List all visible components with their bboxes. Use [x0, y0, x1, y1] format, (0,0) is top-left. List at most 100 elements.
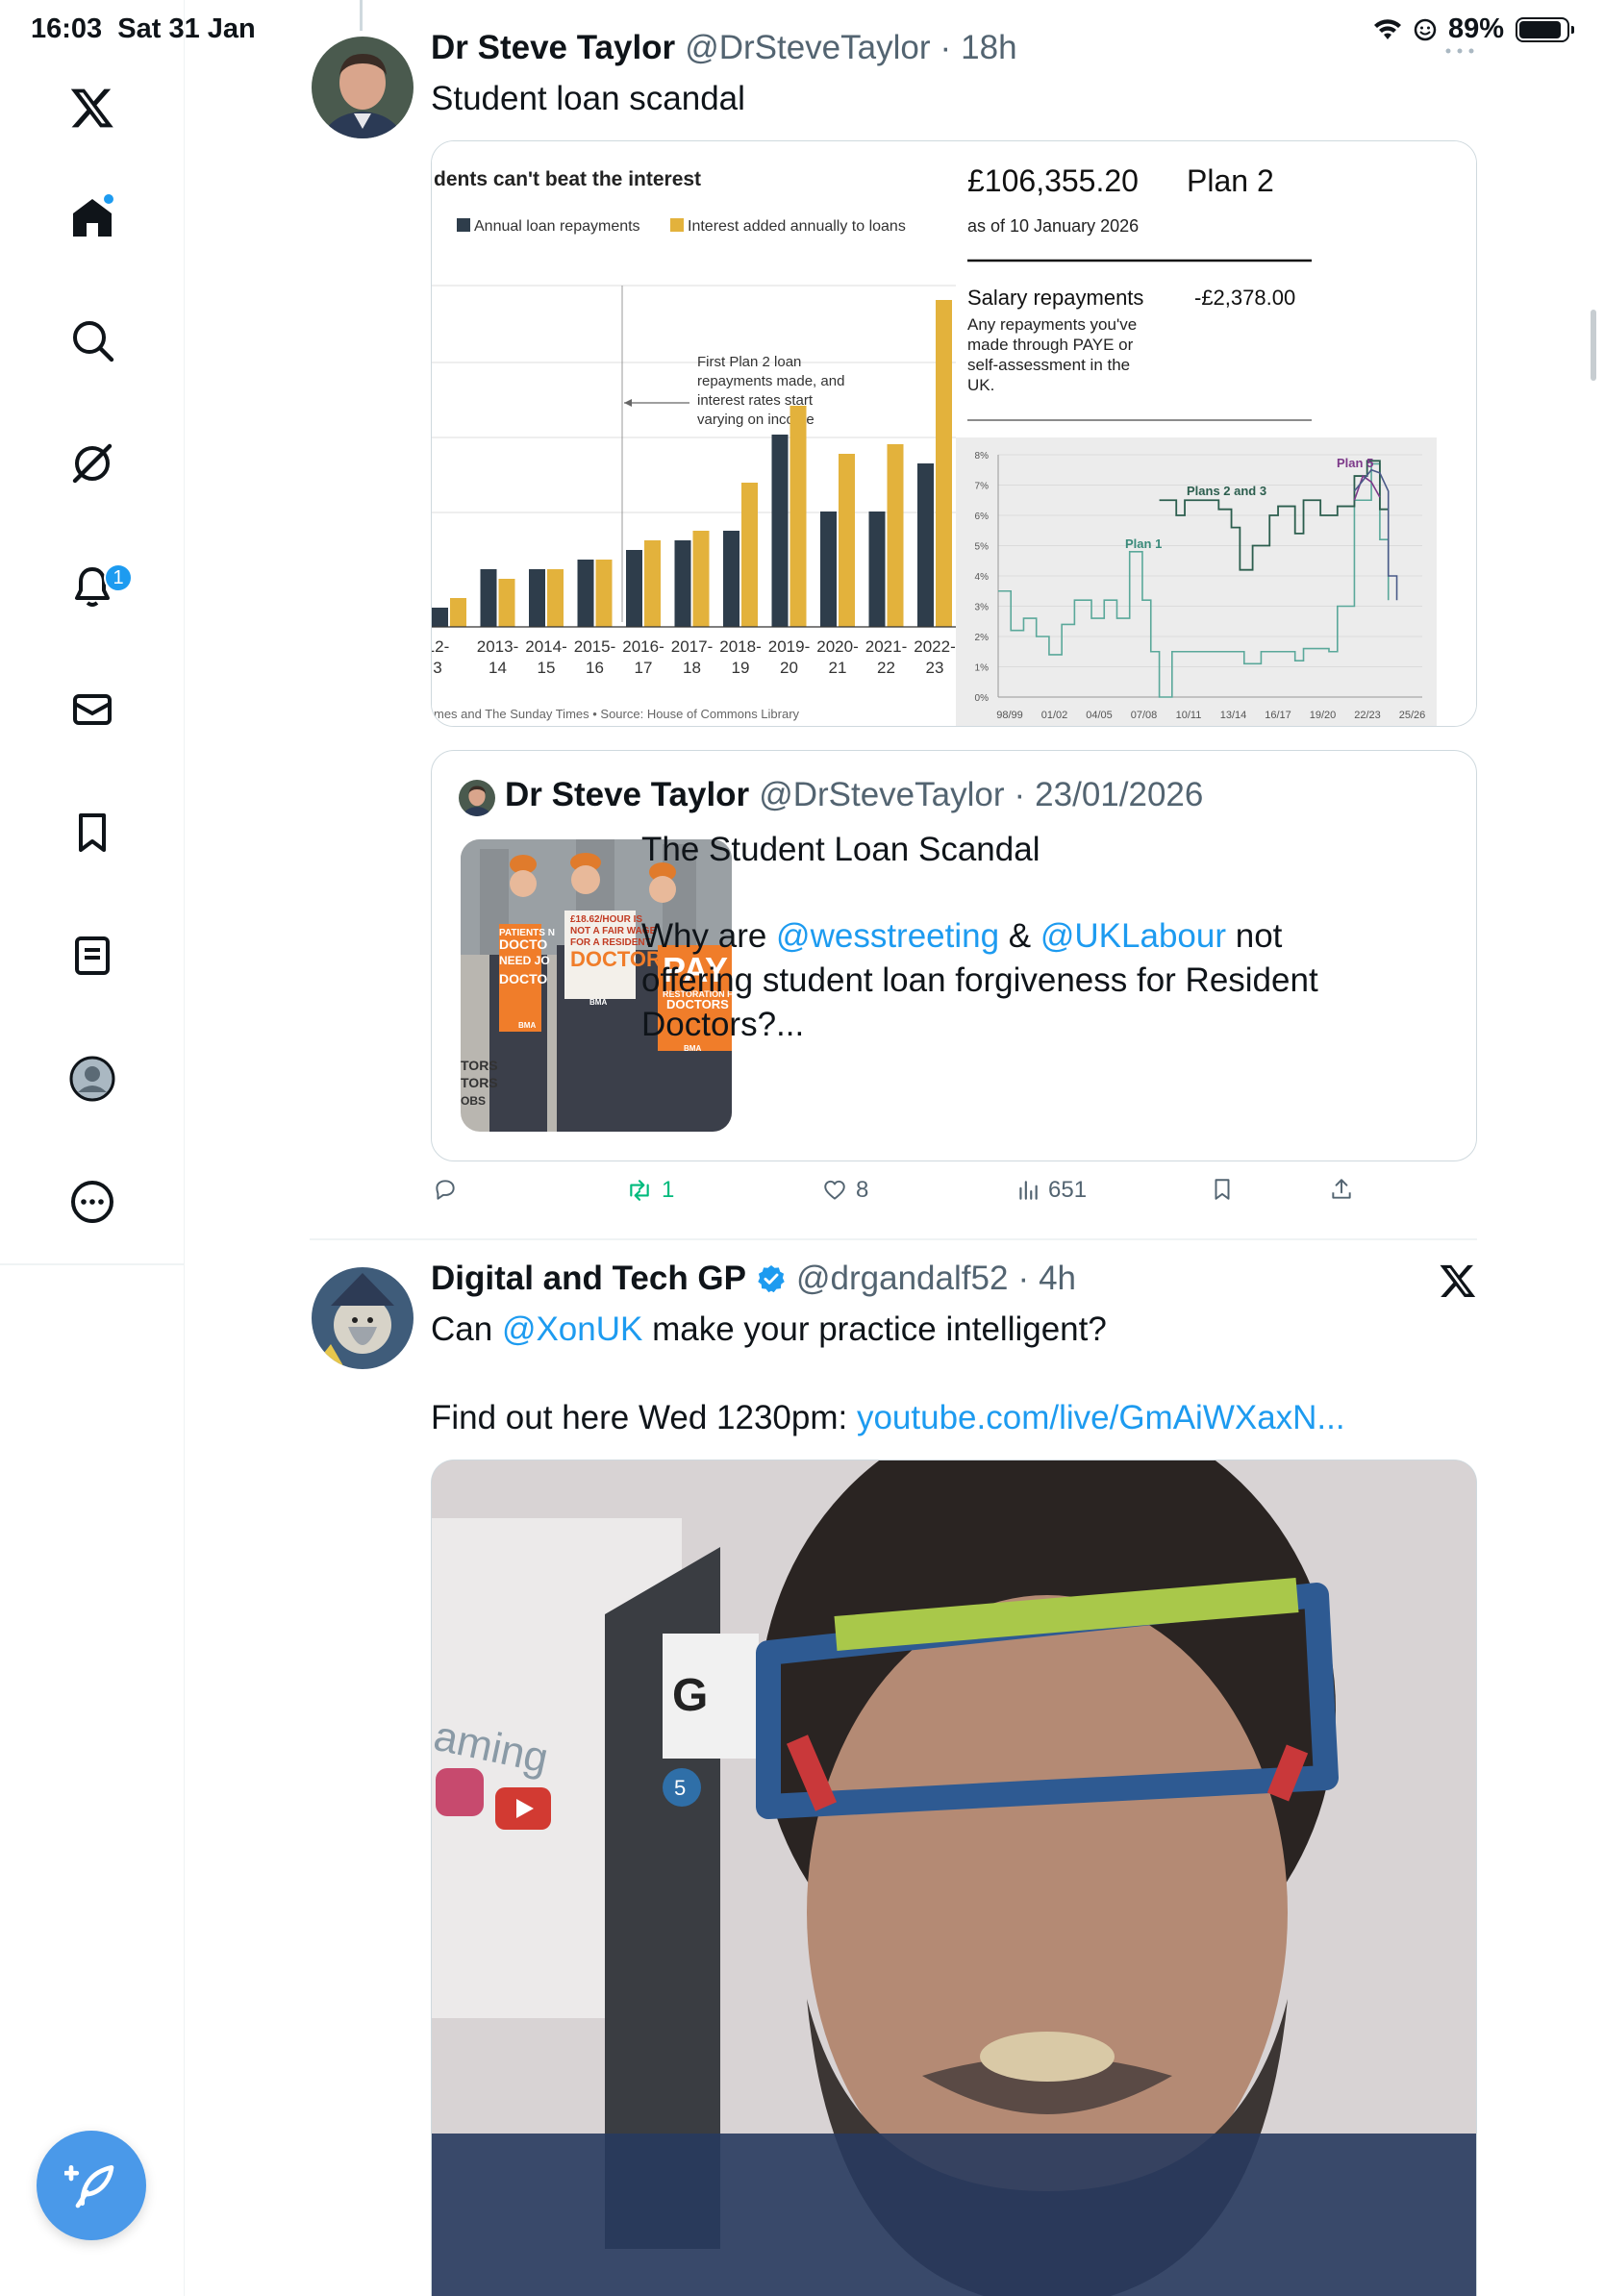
bar-chart-panel: dents can't beat the interest Annual loa… [432, 141, 988, 726]
bar-interest [595, 560, 613, 627]
tweet-video[interactable]: G 5 aming [431, 1460, 1477, 2296]
x-logo-icon[interactable] [54, 69, 131, 146]
tweet-body: Student loan scandal [431, 80, 745, 117]
x-logo-icon[interactable] [1439, 1261, 1477, 1300]
x-tick-label: 2020- [816, 637, 858, 656]
bookmark-icon [1215, 1179, 1230, 1200]
more-options-icon[interactable] [1442, 44, 1477, 58]
author-handle[interactable]: @drgandalf52 [796, 1260, 1008, 1298]
bar-repayments [723, 531, 739, 627]
sign-text: TORS [461, 1058, 498, 1073]
legend-interest: Interest added annually to loans [688, 218, 906, 235]
nav-search[interactable] [54, 302, 131, 379]
nav-bookmarks[interactable] [54, 794, 131, 871]
sign-text: DOCTO [499, 936, 547, 952]
x-tick-label: 2022- [914, 637, 955, 656]
share-icon [1332, 1179, 1351, 1199]
tweet-text-segment: Can [431, 1310, 502, 1348]
like-count: 8 [856, 1177, 869, 1203]
bar-repayments [771, 435, 789, 627]
x-tick-label: 17 [635, 659, 653, 677]
quoted-tweet-card[interactable]: Dr Steve Taylor @DrSteveTaylor · 23/01/2… [431, 750, 1477, 1161]
scrollbar-thumb[interactable] [1591, 310, 1596, 381]
salary-note-line: made through PAYE or [967, 336, 1134, 354]
mention-xonuk[interactable]: @XonUK [502, 1310, 642, 1348]
bar-interest [741, 483, 758, 627]
salary-label: Salary repayments [967, 286, 1143, 310]
quoted-text-segment: not [1226, 917, 1283, 955]
status-indicators: 89% [1373, 13, 1574, 45]
compose-button[interactable] [37, 2131, 146, 2240]
rate-y-ticks: 8% 7% 6% 5% 4% 3% 2% 1% 0% [975, 451, 990, 704]
nav-grok[interactable] [54, 425, 131, 502]
tweet-text-segment: make your practice intelligent? [642, 1310, 1107, 1348]
sign-text: OBS [461, 1094, 486, 1108]
quoted-line2: Why are @wesstreeting & @UKLabour not [641, 914, 1282, 959]
x-tick-label: 3 [433, 659, 441, 677]
wifi-icon [1373, 18, 1401, 39]
quoted-header: Dr Steve Taylor @DrSteveTaylor · 23/01/2… [505, 776, 1203, 814]
youtube-link[interactable]: youtube.com/live/GmAiWXaxN... [857, 1399, 1345, 1436]
share-button[interactable] [1329, 1177, 1354, 1202]
rate-x-tick: 16/17 [1265, 710, 1291, 721]
nav-messages[interactable] [54, 671, 131, 748]
x-tick-label: 2013- [477, 637, 518, 656]
author-handle[interactable]: @DrSteveTaylor [685, 29, 930, 67]
bar-repayments [529, 569, 545, 627]
repost-icon [630, 1180, 649, 1201]
grok-icon [72, 443, 113, 484]
avatar-drgandalf52[interactable] [312, 1267, 414, 1369]
battery-icon [1516, 16, 1574, 42]
bar-interest [789, 406, 807, 627]
views-button[interactable]: 651 [1015, 1177, 1087, 1204]
mention-wesstreeting[interactable]: @wesstreeting [776, 917, 999, 955]
list-icon [75, 936, 110, 975]
quoted-title: The Student Loan Scandal [641, 831, 1040, 868]
reply-icon [436, 1180, 455, 1200]
loan-balance-panel: £106,355.20 Plan 2 as of 10 January 2026… [956, 141, 1476, 726]
repost-count: 1 [662, 1177, 675, 1203]
quoted-author-name: Dr Steve Taylor [505, 776, 750, 813]
annotation-line-text: First Plan 2 loan [697, 354, 801, 370]
bookmark-button[interactable] [1210, 1177, 1235, 1202]
salary-value: -£2,378.00 [1194, 286, 1295, 310]
author-name[interactable]: Dr Steve Taylor [431, 29, 675, 67]
nav-lists[interactable] [54, 917, 131, 994]
x-tick-label: 2021- [865, 637, 907, 656]
meta-separator: · [940, 29, 952, 66]
bar-repayments [820, 512, 837, 627]
tweet-media-image[interactable]: dents can't beat the interest Annual loa… [431, 140, 1477, 727]
tweet2-line2: Find out here Wed 1230pm: youtube.com/li… [431, 1396, 1345, 1440]
author-name[interactable]: Digital and Tech GP [431, 1260, 746, 1298]
mention-uklabour[interactable]: @UKLabour [1040, 917, 1226, 955]
rate-x-tick: 98/99 [996, 710, 1023, 721]
tweet-timestamp[interactable]: 4h [1039, 1260, 1076, 1298]
nav-profile[interactable] [54, 1040, 131, 1117]
chart-annotation: First Plan 2 loanrepayments made, andint… [697, 354, 844, 428]
rate-y-tick: 8% [975, 451, 990, 462]
quoted-line3: offering student loan forgiveness for Re… [641, 961, 1318, 999]
heart-icon [824, 1180, 845, 1200]
chart-source: mes and The Sunday Times • Source: House… [434, 707, 800, 721]
loan-plan: Plan 2 [1187, 163, 1274, 198]
rate-y-tick: 5% [975, 542, 990, 553]
video-sign-number: 5 [674, 1776, 686, 1800]
nav-notifications[interactable]: 1 [54, 548, 133, 625]
x-tick-label: 21 [829, 659, 847, 677]
rate-y-tick: 1% [975, 663, 990, 674]
repost-button[interactable]: 1 [625, 1177, 674, 1204]
x-axis-ticks: 12- 3 2013- 14 2014- 15 2015- 16 2016- 17 2017- 18 2… [432, 637, 988, 677]
tweet-timestamp[interactable]: 18h [961, 29, 1016, 67]
salary-note-line: Any repayments you've [967, 315, 1137, 334]
nav-more[interactable] [54, 1163, 131, 1240]
reply-button[interactable] [433, 1177, 465, 1202]
nav-home[interactable] [54, 179, 131, 256]
salary-note-line: UK. [967, 376, 994, 394]
avatar-steve-taylor[interactable] [312, 37, 414, 138]
quoted-text-segment: Why are [641, 917, 777, 955]
bar-interest [692, 531, 710, 627]
like-button[interactable]: 8 [821, 1177, 868, 1204]
chart-gridlines [432, 285, 956, 513]
sign-text: BMA [589, 998, 607, 1007]
rate-y-tick: 3% [975, 603, 990, 613]
